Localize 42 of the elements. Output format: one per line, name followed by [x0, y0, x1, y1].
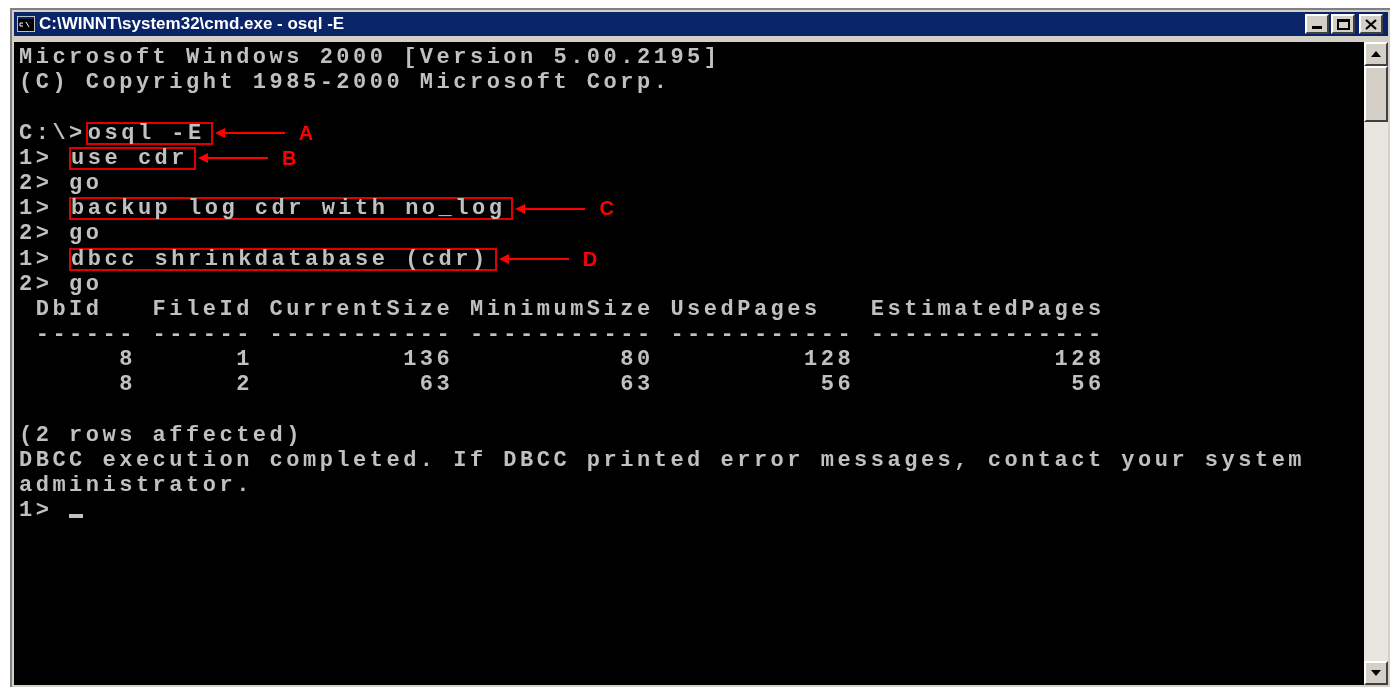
console-command: use cdr — [69, 146, 197, 170]
text-cursor — [69, 513, 84, 518]
close-button[interactable] — [1359, 14, 1383, 34]
console-prompt: 1> — [19, 246, 54, 272]
console-line: DbId FileId CurrentSize MinimumSize UsedPages EstimatedPages — [34, 296, 1106, 323]
annotation-label: C — [599, 196, 614, 222]
console-icon — [17, 16, 35, 32]
console-line: administrator. — [19, 473, 254, 499]
console-line: (C) Copyright 1985-2000 Microsoft Corp. — [19, 70, 672, 96]
close-icon — [1365, 18, 1377, 30]
console-line: DBCC execution completed. If DBCC printed error messages, contact your system — [19, 448, 1307, 474]
console-prompt: 1> — [19, 196, 54, 222]
console-line: 8 2 63 63 56 56 — [118, 372, 1106, 398]
annotation-label: B — [282, 145, 297, 171]
arrow-icon — [515, 202, 586, 215]
arrow-icon — [214, 127, 285, 140]
console-command: osql -E — [85, 121, 213, 145]
console-line: 2> go — [19, 271, 104, 297]
scrollbar[interactable] — [1364, 42, 1388, 685]
console-command: backup log cdr with no_log — [69, 197, 514, 221]
console-line: 2> go — [19, 221, 104, 247]
console-prompt: 1> — [19, 145, 54, 171]
arrow-icon — [198, 152, 269, 165]
maximize-icon — [1336, 18, 1350, 30]
minimize-button[interactable] — [1305, 14, 1329, 34]
console-prompt: C:\> — [19, 120, 86, 146]
minimize-icon — [1312, 26, 1322, 29]
console-line: ------ ------ ----------- ----------- ----------- -------------- — [34, 322, 1106, 348]
console-line: Microsoft Windows 2000 [Version 5.00.2195] — [19, 45, 722, 71]
console-line: (2 rows affected) — [19, 422, 304, 448]
window-title: C:\WINNT\system32\cmd.exe - osql -E — [39, 13, 345, 36]
console-line: 8 1 136 80 128 128 — [118, 347, 1106, 373]
annotation-label: D — [582, 246, 598, 272]
annotation-label: A — [298, 120, 314, 146]
arrow-icon — [498, 253, 569, 266]
console-prompt: 1> — [19, 498, 54, 524]
scroll-down-icon[interactable] — [1364, 661, 1388, 685]
maximize-button[interactable] — [1331, 14, 1355, 34]
scroll-up-icon[interactable] — [1364, 42, 1388, 66]
console-line: 2> go — [19, 170, 104, 197]
scroll-thumb[interactable] — [1364, 66, 1388, 122]
console-command: dbcc shrinkdatabase (cdr) — [69, 247, 497, 271]
